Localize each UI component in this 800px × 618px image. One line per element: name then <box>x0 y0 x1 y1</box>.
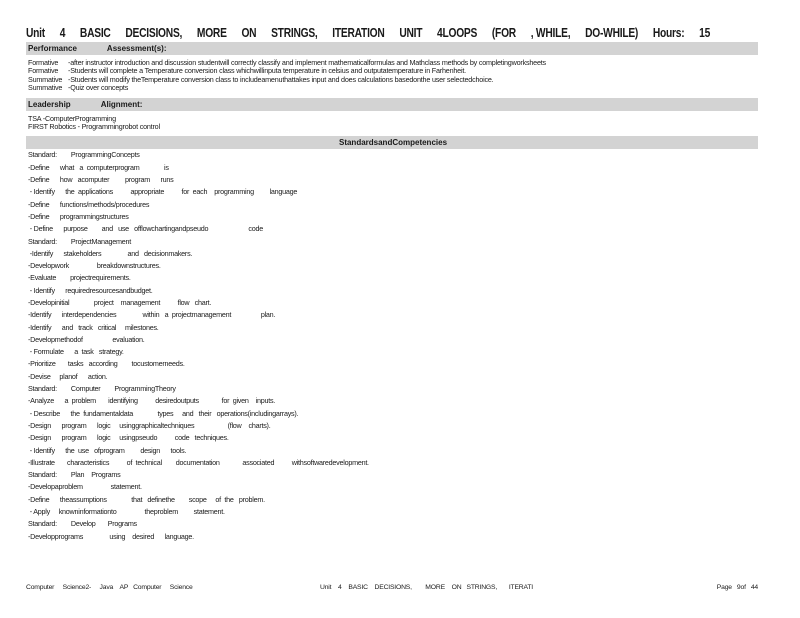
leadership-label: Leadership <box>28 99 71 109</box>
competency-item: -Define what a computerprogram is <box>28 162 169 172</box>
competency-item: -Developmethodof evaluation. <box>28 334 145 344</box>
title-word: 4LOOPS <box>437 26 478 40</box>
assessment-item: Summative -Quiz over concepts <box>28 83 758 93</box>
title-word: DO-WHILE) <box>585 26 639 40</box>
competency-item: -Analyze a problem identifying desiredou… <box>28 396 276 406</box>
competency-item: -Define functions/methods/procedures <box>28 199 150 209</box>
performance-label: Performance <box>28 44 77 53</box>
footer-page-number: Page 9of 44 <box>716 584 758 591</box>
standard-heading: Standard: Develop Programs <box>28 519 137 529</box>
leadership-list: TSA -ComputerProgramming FIRST Robotics -… <box>26 111 758 135</box>
title-word: 4 <box>59 26 66 40</box>
assessment-kind: Summative <box>28 83 63 93</box>
competency-item: -Define theassumptions that definethe sc… <box>28 494 265 504</box>
competency-item: -Design program logic usinggraphicaltech… <box>28 420 271 430</box>
standards-header: StandardsandCompetencies <box>26 136 758 150</box>
assessment-text: -Students will modify theTemperature con… <box>68 74 494 84</box>
competency-item: -Illustrate characteristics of technical… <box>28 457 369 467</box>
competency-item: - Identify requiredresourcesandbudget. <box>28 285 153 295</box>
footer-course: Computer Science2- Java AP Computer Scie… <box>26 584 193 591</box>
title-word: , WHILE, <box>530 26 571 40</box>
title-word: Unit <box>26 26 45 40</box>
title-word: MORE <box>196 26 227 40</box>
title-word: UNIT <box>399 26 423 40</box>
competency-item: - Identify the use ofprogram design tool… <box>28 445 187 455</box>
assessment-label: Assessment(s): <box>106 44 167 53</box>
assessment-list: Formative -after instructor introduction … <box>26 55 758 96</box>
standards-title: StandardsandCompetencies <box>338 138 448 148</box>
title-word: DECISIONS, <box>125 26 183 40</box>
competency-item: -Define how acomputer program runs <box>28 175 174 185</box>
competency-item: - Apply knowninformationto theproblem st… <box>28 507 225 517</box>
title-word: 15 <box>699 26 711 40</box>
footer-unit: Unit 4 BASIC DECISIONS, MORE ON STRINGS,… <box>320 584 533 591</box>
standard-heading: Standard: ProgrammingConcepts <box>28 150 140 160</box>
title-word: (FOR <box>491 26 516 40</box>
document-page: Unit 4 BASIC DECISIONS, MORE ON STRINGS, ITERAT… <box>26 18 758 543</box>
competency-item: - Identify the applications appropriate … <box>28 187 298 197</box>
competency-item: -Evaluate projectrequirements. <box>28 273 131 283</box>
competency-item: -Developprograms using desired language. <box>28 531 194 541</box>
competency-item: -Developaproblem statement. <box>28 482 142 492</box>
performance-assessment-header: Performance Assessment(s): <box>26 42 758 55</box>
standards-list: Standard: ProgrammingConcepts -Define wha… <box>26 149 758 543</box>
competency-item: -Identify interdependencies within a pro… <box>28 310 276 320</box>
standard-heading: Standard: ProjectManagement <box>28 236 131 246</box>
unit-title: Unit 4 BASIC DECISIONS, MORE ON STRINGS, ITERAT… <box>26 18 758 40</box>
title-word: STRINGS, <box>271 26 318 40</box>
competency-item: -Devise planof action. <box>28 371 108 381</box>
competency-item: -Design program logic usingpseudo code t… <box>28 433 229 443</box>
title-word: ON <box>241 26 257 40</box>
title-word: ITERATION <box>332 26 385 40</box>
competency-item: - Formulate a task strategy. <box>28 347 124 357</box>
page-footer: Computer Science2- Java AP Computer Scie… <box>26 584 758 591</box>
competency-item: -Identify and track critical milestones. <box>28 322 159 332</box>
competency-item: -Developinitial project management flow … <box>28 298 212 307</box>
standard-heading: Standard: Plan Programs <box>28 470 121 480</box>
standard-heading: Standard: Computer ProgrammingTheory <box>28 384 176 394</box>
title-word: BASIC <box>79 26 111 40</box>
leadership-item: FIRST Robotics - Programmingrobot contro… <box>28 122 160 132</box>
assessment-item: Summative -Students will modify theTemper… <box>28 74 758 84</box>
competency-item: -Developwork breakdownstructures. <box>28 261 161 271</box>
competency-item: - Describe the fundamentaldata types and… <box>28 408 299 418</box>
leadership-alignment-header: Leadership Alignment: <box>26 97 758 111</box>
competency-item: -Prioritize tasks according tocustomerne… <box>28 359 185 369</box>
assessment-text: -Quiz over concepts <box>68 83 129 93</box>
competency-item: -Identify stakeholders and decisionmaker… <box>28 248 193 258</box>
competency-item: -Define programmingstructures <box>28 211 129 221</box>
title-word: Hours: <box>652 26 685 40</box>
competency-item: - Define purpose and use offlowchartinga… <box>28 224 263 234</box>
alignment-label: Alignment: <box>100 99 143 109</box>
